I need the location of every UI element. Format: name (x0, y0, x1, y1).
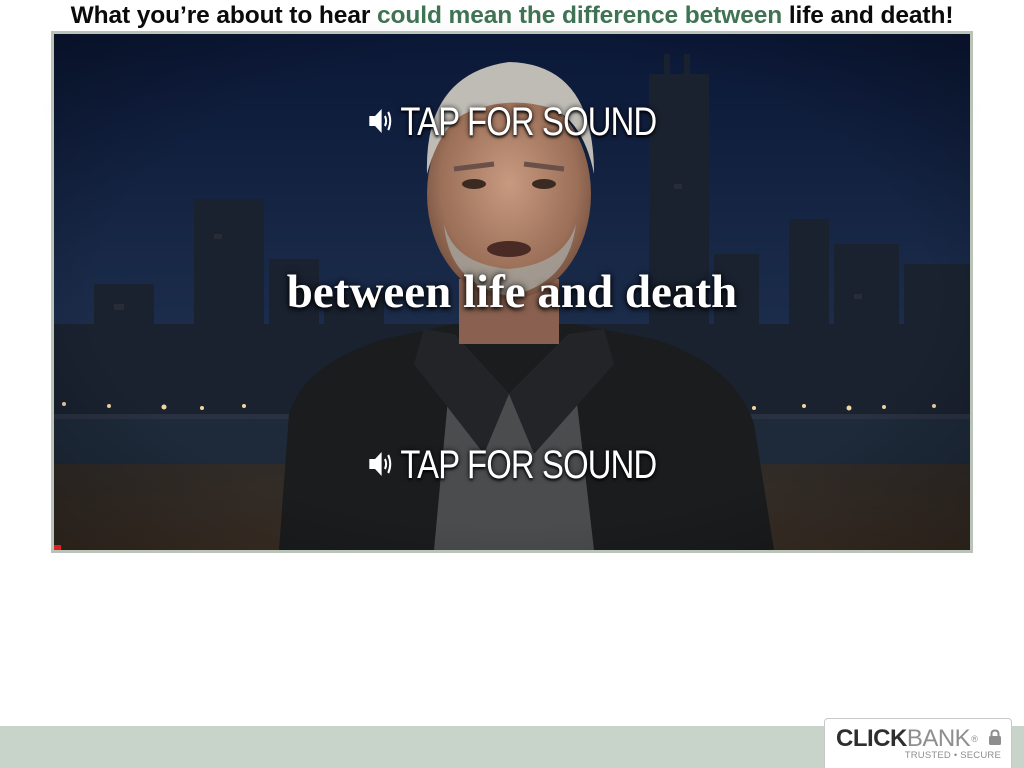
headline-part-2: life and death! (782, 2, 954, 29)
tap-for-sound-label: TAP FOR SOUND (400, 443, 657, 487)
lock-icon (989, 729, 1001, 745)
speaker-icon (369, 109, 392, 134)
video-progress-indicator (54, 545, 61, 550)
tap-for-sound-top[interactable]: TAP FOR SOUND (136, 98, 887, 146)
clickbank-tagline: TRUSTED • SECURE (904, 750, 1001, 761)
clickbank-logo: CLICKBANK® (836, 725, 978, 752)
video-player[interactable]: TAP FOR SOUND between life and death TAP… (51, 31, 973, 553)
speaker-icon (369, 452, 392, 477)
headline-accent: could mean the difference between (376, 2, 783, 29)
clickbank-trust-badge[interactable]: CLICKBANK® TRUSTED • SECURE (824, 718, 1012, 768)
clickbank-logo-bank: BANK (906, 725, 971, 752)
clickbank-logo-click: CLICK (836, 725, 907, 752)
tap-for-sound-bottom[interactable]: TAP FOR SOUND (136, 441, 887, 489)
video-caption: between life and death (286, 266, 738, 318)
page-headline: What you’re about to hear could mean the… (0, 2, 1024, 30)
page: What you’re about to hear could mean the… (0, 0, 1024, 768)
headline-part-1: What you’re about to hear (70, 2, 377, 29)
tap-for-sound-label: TAP FOR SOUND (400, 100, 657, 144)
registered-mark: ® (971, 734, 978, 744)
